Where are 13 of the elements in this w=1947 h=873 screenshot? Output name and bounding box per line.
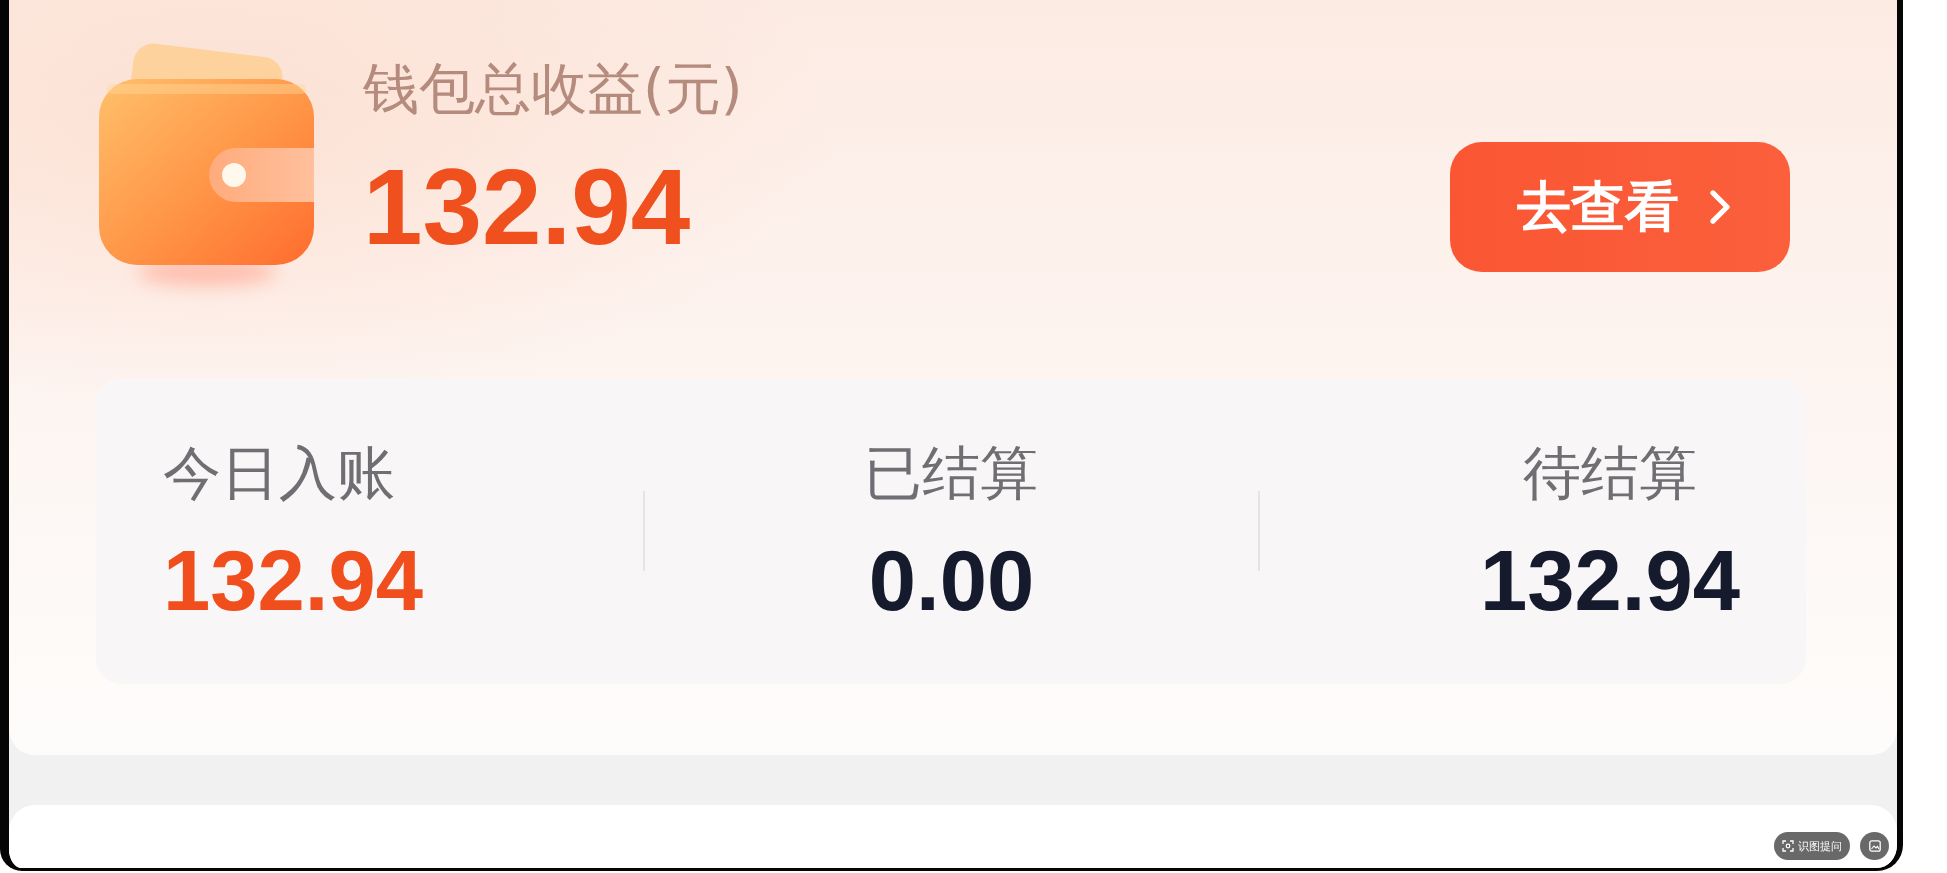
stat-value: 0.00 — [868, 538, 1035, 624]
stat-label: 待结算 — [1522, 438, 1697, 509]
ask-about-image-button[interactable]: 识图提问 — [1774, 832, 1850, 860]
stat-label: 今日入账 — [163, 438, 395, 509]
scan-icon — [1782, 840, 1794, 852]
total-earnings-amount: 132.94 — [363, 154, 692, 262]
stat-label: 已结算 — [864, 438, 1039, 509]
stat-value: 132.94 — [163, 538, 423, 624]
image-icon — [1868, 840, 1881, 852]
view-button[interactable]: 去查看 — [1450, 142, 1790, 272]
total-earnings-label: 钱包总收益(元) — [363, 55, 743, 123]
chevron-right-icon — [1709, 190, 1731, 224]
stat-value: 132.94 — [1480, 538, 1740, 624]
